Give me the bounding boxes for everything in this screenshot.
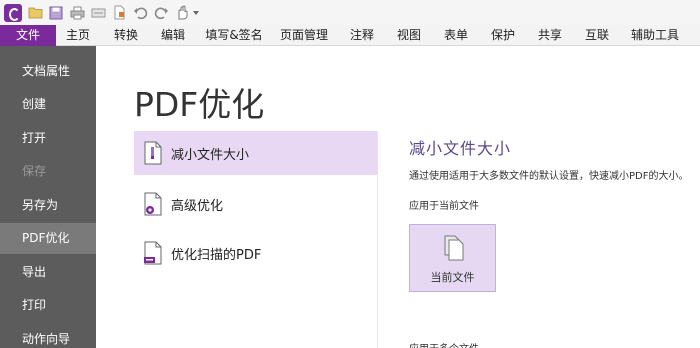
nav-item-open[interactable]: 打开: [0, 123, 96, 154]
app-logo-icon: [4, 3, 22, 22]
new-document-icon[interactable]: [111, 5, 127, 21]
undo-icon[interactable]: [132, 5, 148, 21]
hand-tool-icon[interactable]: [174, 5, 190, 21]
page-title: PDF优化: [134, 85, 265, 124]
zip-document-icon: [143, 141, 163, 165]
ribbon-tabs: 文件 主页 转换 编辑 填写&签名 页面管理 注释 视图 表单 保护 共享 互联…: [0, 25, 700, 46]
option-optimize-scanned[interactable]: 优化扫描的PDF: [134, 231, 377, 275]
tab-comment[interactable]: 注释: [350, 25, 374, 46]
tab-view[interactable]: 视图: [397, 25, 421, 46]
option-advanced-optimize[interactable]: 高级优化: [134, 182, 377, 226]
scanner-document-icon: [143, 241, 163, 265]
detail-title: 减小文件大小: [409, 139, 512, 158]
nav-item-action-wizard[interactable]: 动作向导: [0, 324, 96, 348]
tab-accessibility[interactable]: 辅助工具: [631, 25, 679, 46]
tab-share[interactable]: 共享: [538, 25, 562, 46]
gear-document-icon: [143, 192, 163, 216]
nav-item-create[interactable]: 创建: [0, 89, 96, 120]
option-label: 高级优化: [171, 198, 224, 214]
print-icon[interactable]: [69, 5, 85, 21]
apply-multiple-label: 应用于多个文件: [409, 340, 479, 348]
redo-icon[interactable]: [153, 5, 169, 21]
tab-fill-sign[interactable]: 填写&签名: [205, 25, 262, 46]
scan-icon[interactable]: [90, 5, 106, 21]
tab-file[interactable]: 文件: [0, 25, 56, 46]
nav-item-export[interactable]: 导出: [0, 257, 96, 288]
nav-item-print[interactable]: 打印: [0, 290, 96, 321]
tab-home[interactable]: 主页: [66, 25, 90, 46]
tab-connect[interactable]: 互联: [585, 25, 609, 46]
tab-form[interactable]: 表单: [444, 25, 468, 46]
open-folder-icon[interactable]: [27, 5, 43, 21]
save-icon[interactable]: [48, 5, 64, 21]
tab-edit[interactable]: 编辑: [161, 25, 185, 46]
tab-convert[interactable]: 转换: [114, 25, 138, 46]
option-label: 减小文件大小: [171, 147, 250, 163]
backstage-nav: 文档属性 创建 打开 保存 另存为 PDF优化 导出 打印 动作向导: [0, 46, 96, 348]
apply-current-label: 应用于当前文件: [409, 201, 479, 212]
current-file-button[interactable]: 当前文件: [409, 224, 496, 292]
nav-item-document-properties[interactable]: 文档属性: [0, 56, 96, 87]
option-label: 优化扫描的PDF: [171, 247, 262, 263]
panel-divider: [377, 131, 378, 348]
tab-protect[interactable]: 保护: [491, 25, 515, 46]
current-file-label: 当前文件: [430, 271, 475, 284]
documents-icon: [442, 235, 464, 261]
nav-item-pdf-optimize[interactable]: PDF优化: [0, 223, 96, 254]
tab-page-management[interactable]: 页面管理: [280, 25, 328, 46]
option-reduce-file-size[interactable]: 减小文件大小: [134, 131, 377, 175]
detail-description: 通过使用适用于大多数文件的默认设置，快速减小PDF的大小。: [409, 171, 689, 182]
quick-access-toolbar: [0, 0, 700, 25]
customize-dropdown-icon[interactable]: [192, 5, 200, 21]
nav-item-save[interactable]: 保存: [0, 156, 96, 187]
nav-item-save-as[interactable]: 另存为: [0, 190, 96, 221]
